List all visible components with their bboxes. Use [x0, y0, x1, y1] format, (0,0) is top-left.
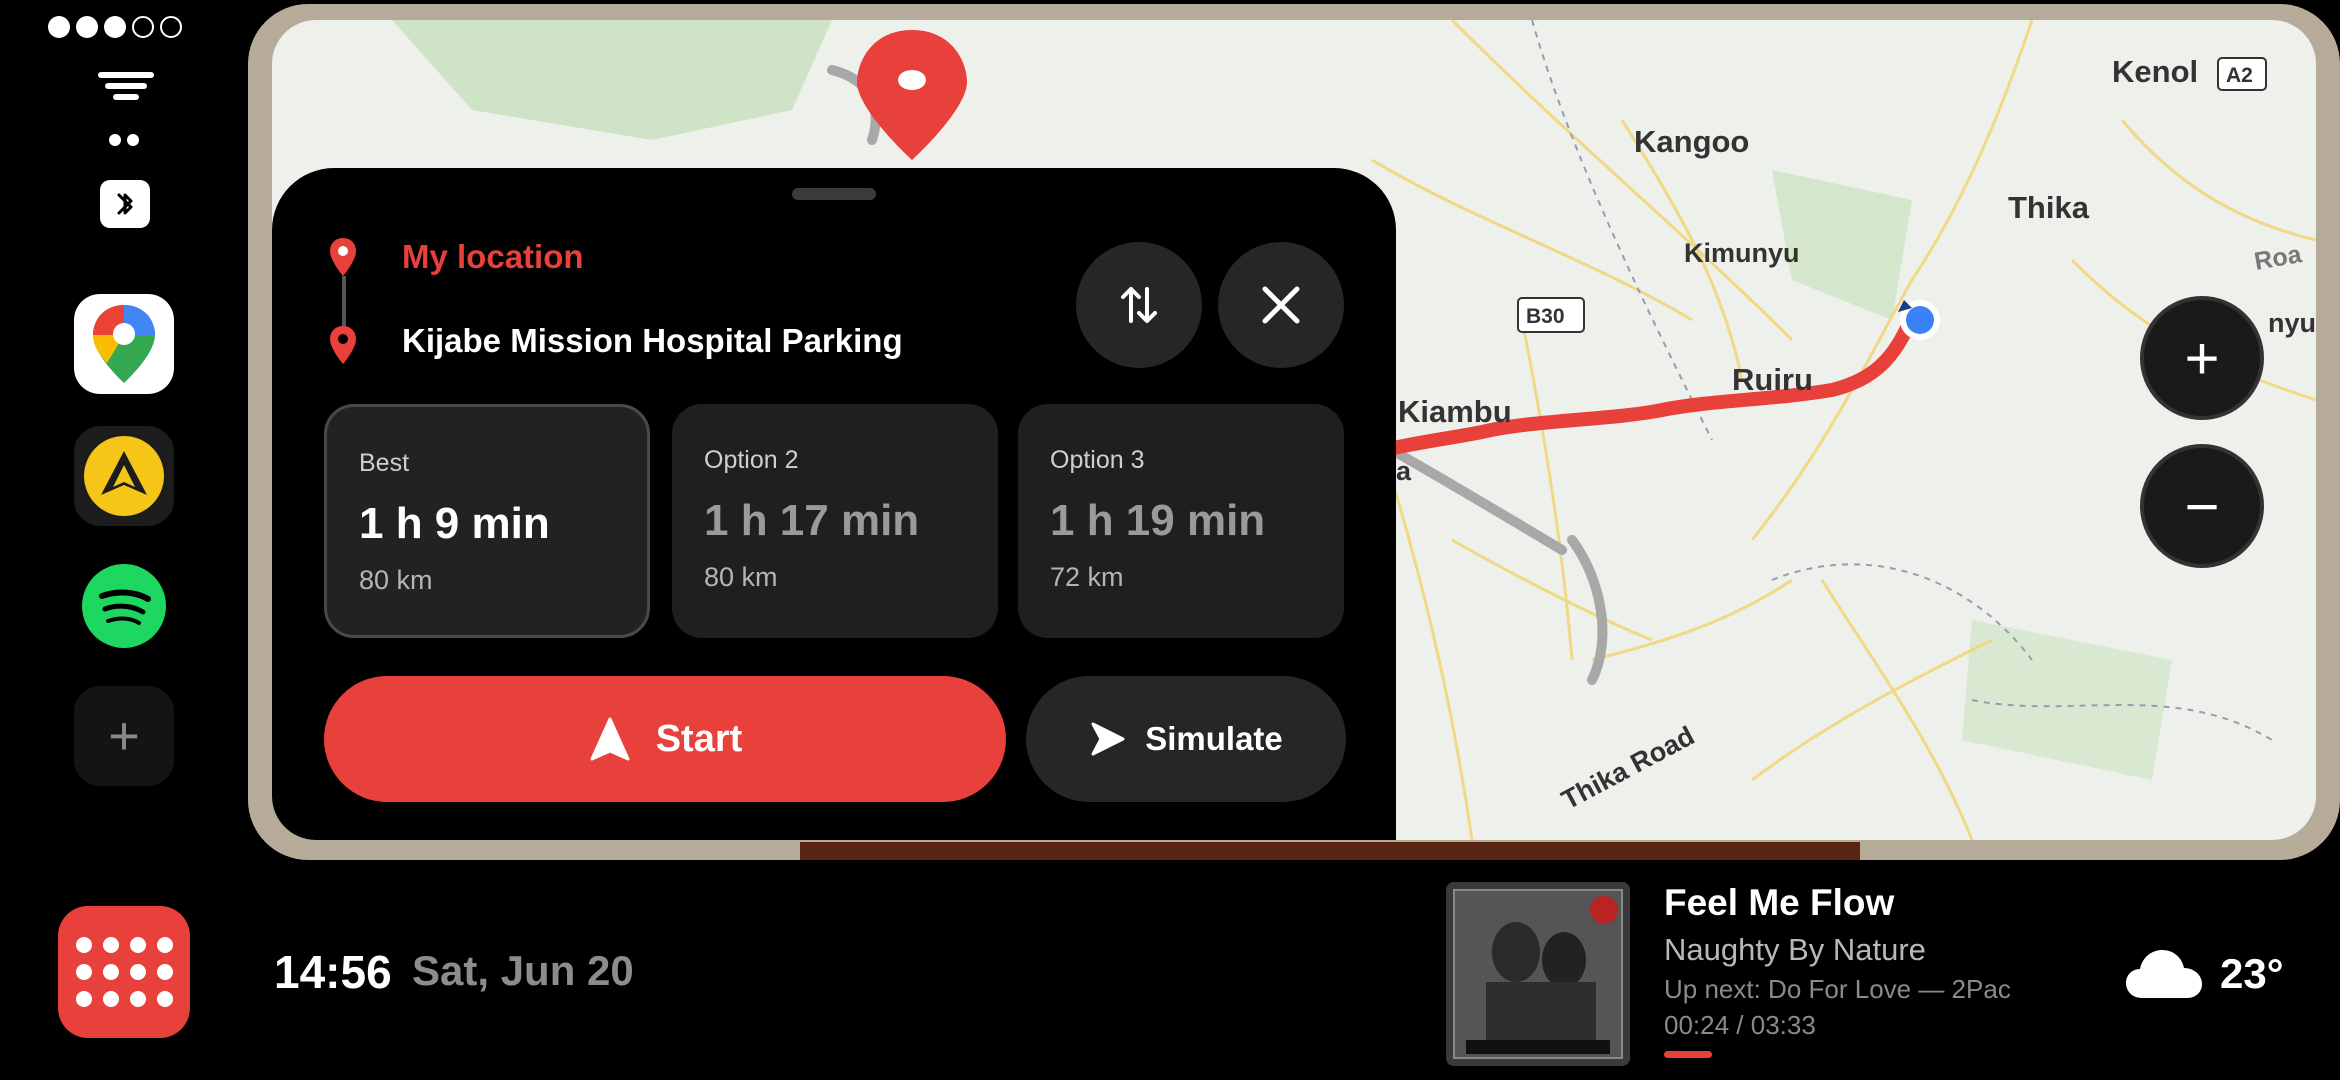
route-option-label: Option 2 [704, 446, 799, 474]
aa-app-icon[interactable] [74, 426, 174, 526]
route-option-distance: 80 km [359, 565, 433, 595]
map-label-roa: Roa [2252, 240, 2304, 276]
route-option-time: 1 h 17 min [704, 496, 920, 545]
route-panel: My location Kijabe Mission Hospital Park… [272, 168, 1396, 840]
up-next: Up next: Do For Love — 2Pac [1664, 974, 2011, 1004]
map-label-kenol: Kenol [2112, 54, 2198, 89]
origin-label[interactable]: My location [402, 238, 584, 276]
add-app-button[interactable]: + [74, 686, 174, 786]
destination-pin-icon [330, 326, 356, 364]
route-option-2[interactable]: Option 2 1 h 17 min 80 km [672, 404, 998, 638]
temperature: 23° [2220, 950, 2284, 997]
route-option-label: Best [359, 449, 410, 477]
cloud-icon [2126, 950, 2202, 998]
navigation-arrow-icon [590, 717, 630, 761]
song-artist: Naughty By Nature [1664, 932, 1926, 967]
route-option-label: Option 3 [1050, 446, 1145, 474]
maps-app-icon[interactable] [74, 294, 174, 394]
page-indicator [48, 16, 182, 38]
signal-icon [98, 72, 154, 105]
route-option-distance: 80 km [704, 562, 778, 592]
album-art[interactable] [1446, 882, 1630, 1066]
date: Sat, Jun 20 [412, 947, 634, 994]
page-dot [48, 16, 70, 38]
swap-route-button[interactable] [1076, 242, 1202, 368]
app-launcher-button[interactable] [58, 906, 190, 1038]
map-label-ruiru: Ruiru [1732, 362, 1813, 397]
swap-icon [1121, 287, 1157, 323]
close-icon [1262, 286, 1300, 324]
map-label-kangoo: Kangoo [1634, 124, 1749, 159]
zoom-out-button[interactable]: − [2140, 444, 2264, 568]
map-label-thika: Thika [2008, 190, 2090, 225]
origin-pin-icon [330, 238, 356, 276]
clock: 14:56 [274, 946, 392, 998]
page-dot [104, 16, 126, 38]
map-label-thika-road: Thika Road [1557, 720, 1700, 815]
map-label-kiambu: Kiambu [1398, 394, 1512, 429]
map-label-kimunyu: Kimunyu [1684, 238, 1800, 268]
start-navigation-button[interactable]: Start [324, 676, 1006, 802]
page-dot [132, 16, 154, 38]
start-label: Start [655, 717, 743, 760]
zoom-in-button[interactable]: + [2140, 296, 2264, 420]
close-route-button[interactable] [1218, 242, 1344, 368]
map-label-a2: A2 [2226, 64, 2253, 87]
simulate-label: Simulate [1145, 720, 1283, 757]
play-arrow-icon [1091, 722, 1125, 756]
route-option-distance: 72 km [1050, 562, 1124, 592]
route-option-time: 1 h 19 min [1050, 496, 1266, 545]
song-title[interactable]: Feel Me Flow [1664, 882, 1894, 924]
drag-handle[interactable] [792, 188, 876, 200]
app-dock: + [0, 0, 250, 1080]
route-option-3[interactable]: Option 3 1 h 19 min 72 km [1018, 404, 1344, 638]
simulate-button[interactable]: Simulate [1026, 676, 1346, 802]
more-icon [109, 134, 139, 146]
playback-time: 00:24 / 03:33 [1664, 1010, 1816, 1040]
route-option-time: 1 h 9 min [359, 499, 550, 548]
map-strip [800, 842, 1860, 860]
page-dot [76, 16, 98, 38]
route-connector [342, 276, 346, 330]
map-label-nyu: nyu [2268, 308, 2316, 338]
destination-label[interactable]: Kijabe Mission Hospital Parking [402, 322, 903, 360]
map-label-a: a [1396, 456, 1412, 486]
spotify-app-icon[interactable] [74, 556, 174, 656]
route-option-best[interactable]: Best 1 h 9 min 80 km [324, 404, 650, 638]
playback-progress-bar[interactable] [1664, 1051, 1712, 1058]
bluetooth-icon [100, 180, 150, 228]
page-dot [160, 16, 182, 38]
map-label-b30: B30 [1526, 305, 1565, 328]
